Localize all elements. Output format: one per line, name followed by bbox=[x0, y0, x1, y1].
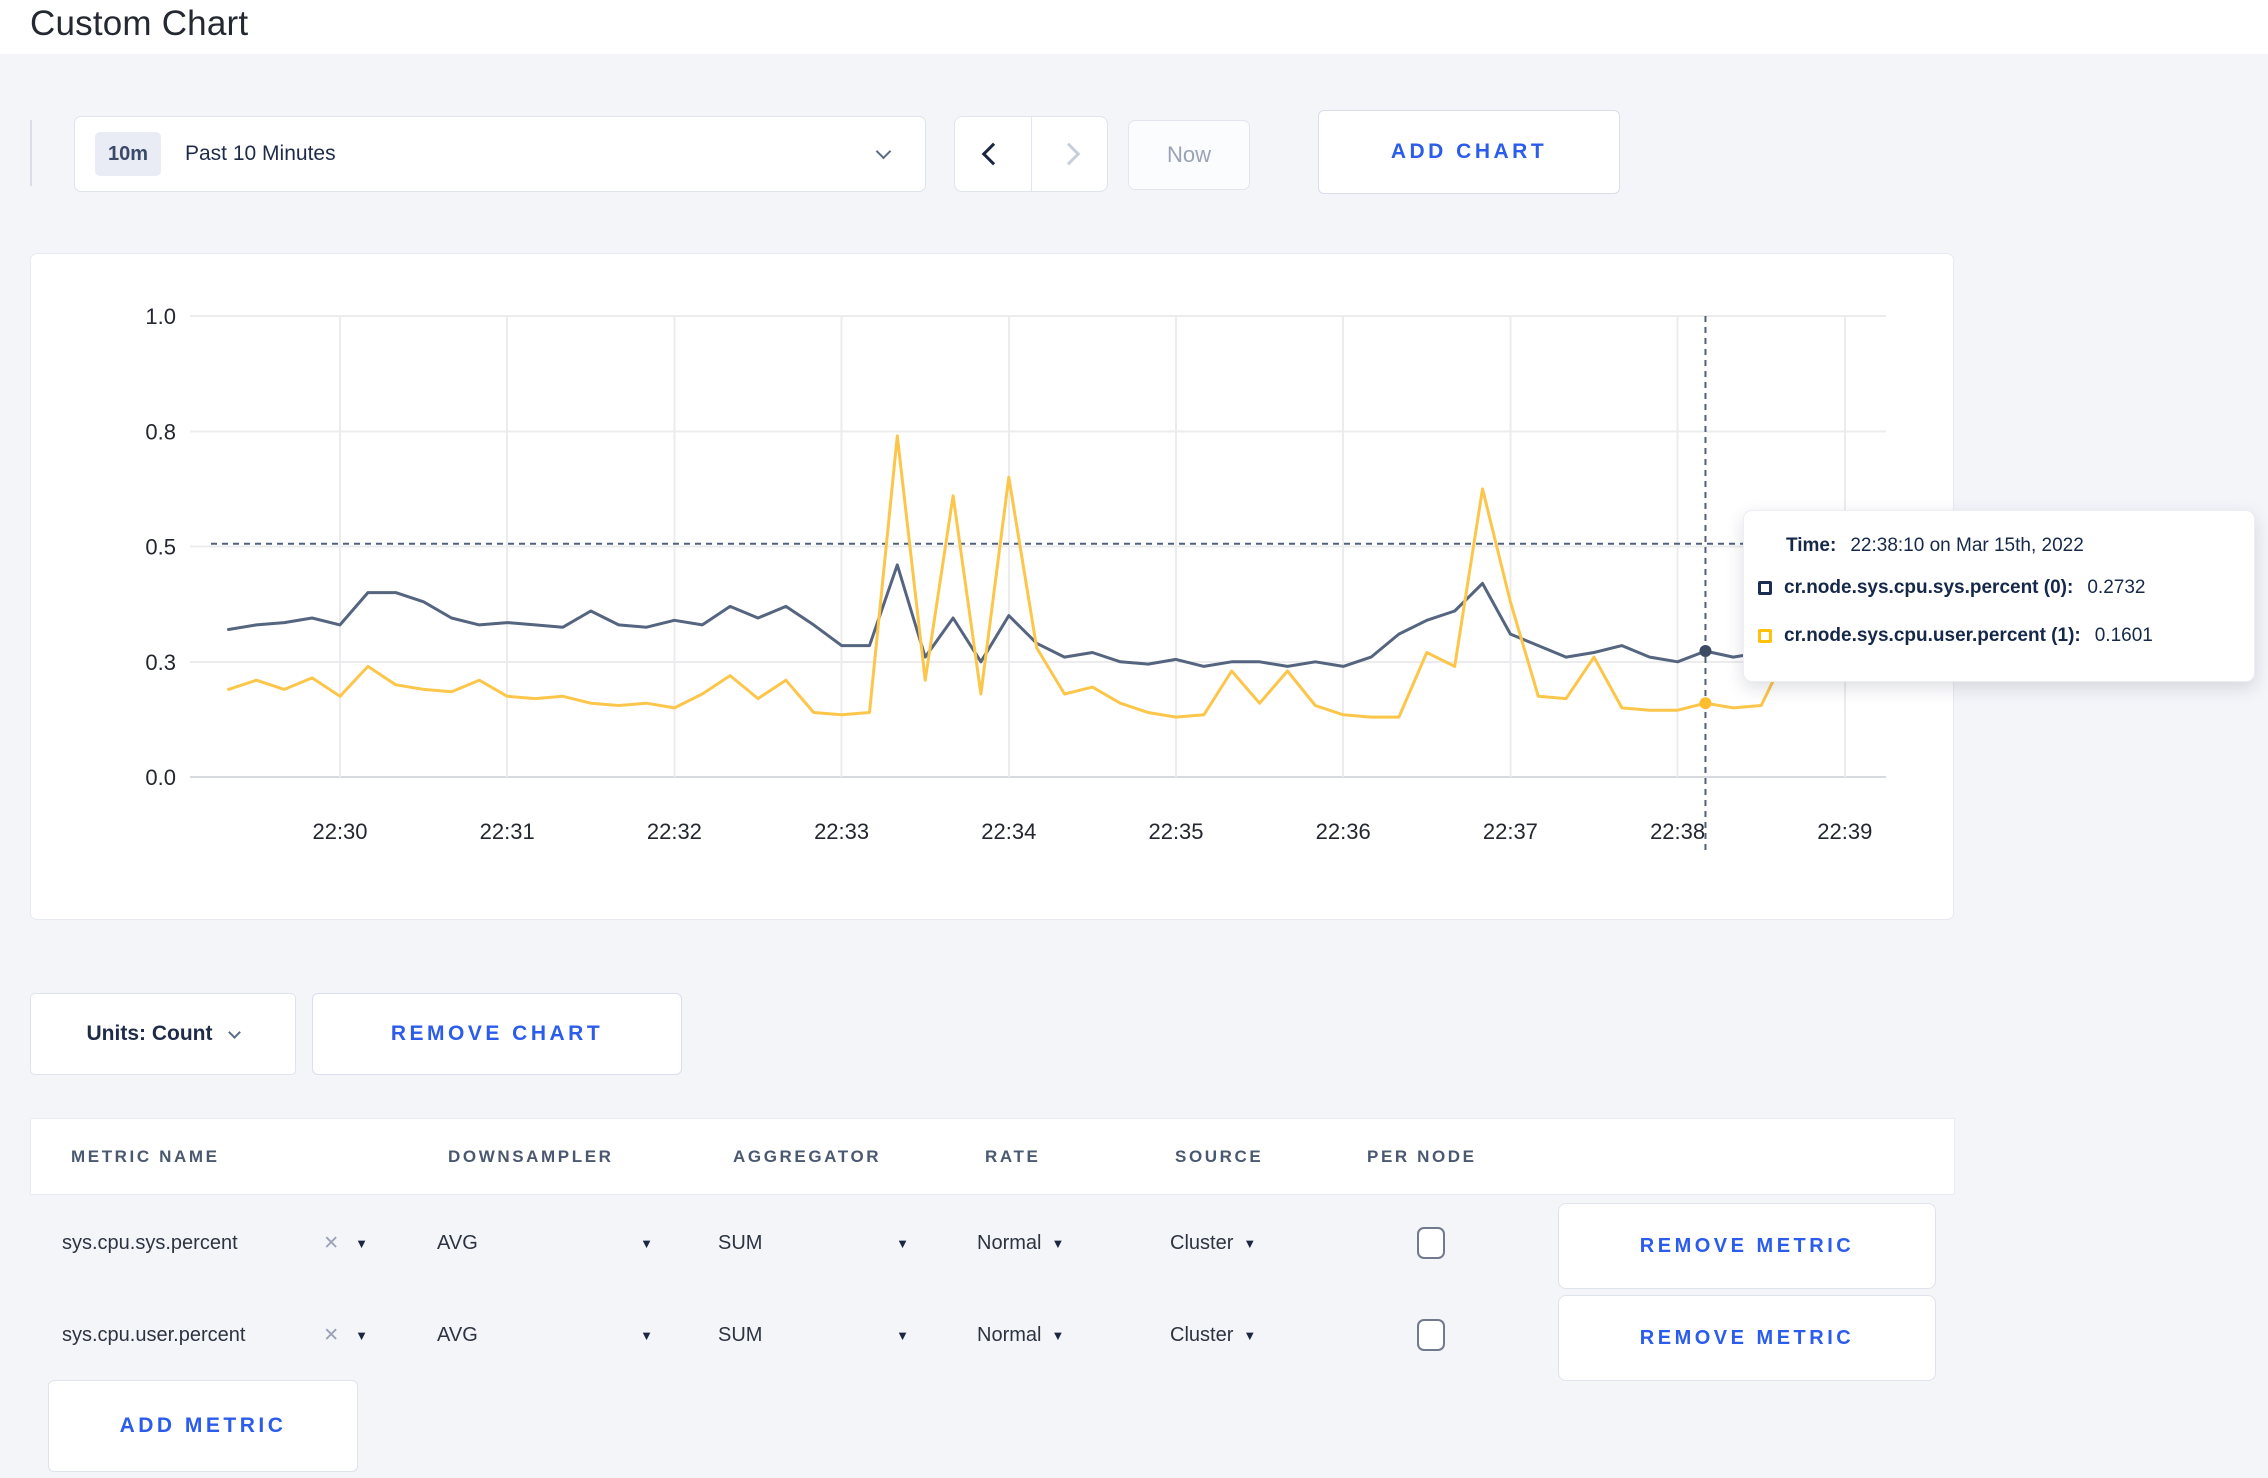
caret-down-icon: ▼ bbox=[1243, 1235, 1257, 1251]
aggregator-value: SUM bbox=[718, 1323, 763, 1346]
caret-down-icon: ▼ bbox=[1051, 1327, 1065, 1343]
time-pager bbox=[954, 116, 1108, 192]
x-tick-label: 22:32 bbox=[647, 819, 702, 844]
tooltip-time-value: 22:38:10 on Mar 15th, 2022 bbox=[1850, 535, 2084, 556]
metric-name-select[interactable]: sys.cpu.sys.percent ✕ ▼ bbox=[62, 1197, 368, 1289]
x-tick-label: 22:35 bbox=[1148, 819, 1203, 844]
rate-value: Normal bbox=[977, 1323, 1042, 1346]
line-chart[interactable]: 0.0 0.3 0.5 0.8 1.0 22:30 22:31 22:32 22:33 22:34… bbox=[31, 254, 1955, 921]
x-tick-label: 22:38 bbox=[1650, 819, 1705, 844]
chevron-down-icon bbox=[875, 143, 892, 159]
column-header: AGGREGATOR bbox=[733, 1146, 882, 1166]
downsampler-value: AVG bbox=[437, 1323, 478, 1346]
per-node-checkbox[interactable] bbox=[1417, 1319, 1445, 1351]
column-header: METRIC NAME bbox=[71, 1146, 220, 1166]
x-tick-label: 22:39 bbox=[1817, 819, 1872, 844]
column-header: SOURCE bbox=[1175, 1146, 1264, 1166]
time-range-label: Past 10 Minutes bbox=[185, 142, 336, 165]
y-tick-label: 0.3 bbox=[145, 650, 176, 675]
time-range-select[interactable]: 10m Past 10 Minutes bbox=[74, 116, 926, 192]
series-line-sys bbox=[227, 563, 1875, 668]
caret-down-icon: ▼ bbox=[640, 1327, 653, 1343]
add-metric-button[interactable]: ADD METRIC bbox=[48, 1380, 358, 1472]
metric-row: sys.cpu.user.percent ✕ ▼ AVG ▼ SUM ▼ Norma… bbox=[30, 1289, 1955, 1381]
metric-name-label: sys.cpu.user.percent bbox=[62, 1323, 246, 1346]
metric-name-label: sys.cpu.sys.percent bbox=[62, 1231, 238, 1254]
top-band bbox=[0, 0, 2268, 54]
downsampler-value: AVG bbox=[437, 1231, 478, 1254]
tooltip-series-label: cr.node.sys.cpu.user.percent (1): bbox=[1784, 625, 2081, 646]
tooltip-series-value: 0.1601 bbox=[2094, 625, 2153, 646]
units-select[interactable]: Units: Count bbox=[30, 993, 296, 1075]
metric-name-select[interactable]: sys.cpu.user.percent ✕ ▼ bbox=[62, 1289, 368, 1381]
x-tick-label: 22:34 bbox=[981, 819, 1036, 844]
tooltip-series-reading: cr.node.sys.cpu.sys.percent (0): 0.2732 bbox=[1758, 577, 2145, 599]
clear-icon[interactable]: ✕ bbox=[323, 1232, 339, 1255]
caret-down-icon: ▼ bbox=[1243, 1327, 1257, 1343]
source-value: Cluster bbox=[1170, 1231, 1234, 1254]
downsampler-select[interactable]: AVG ▼ bbox=[437, 1289, 653, 1381]
remove-metric-button[interactable]: REMOVE METRIC bbox=[1558, 1203, 1936, 1289]
chevron-down-icon bbox=[228, 1025, 242, 1039]
downsampler-select[interactable]: AVG ▼ bbox=[437, 1197, 653, 1289]
series-line-user bbox=[227, 434, 1875, 719]
tooltip-series-value: 0.2732 bbox=[2087, 577, 2146, 598]
time-range-badge: 10m bbox=[95, 132, 161, 176]
chevron-right-icon bbox=[1057, 142, 1081, 166]
time-next-button[interactable] bbox=[1032, 117, 1108, 191]
chart-tooltip: Time: 22:38:10 on Mar 15th, 2022 cr.node.… bbox=[1743, 510, 2255, 682]
clear-icon[interactable]: ✕ bbox=[323, 1324, 339, 1347]
x-tick-label: 22:31 bbox=[480, 819, 535, 844]
aggregator-select[interactable]: SUM ▼ bbox=[718, 1197, 909, 1289]
caret-down-icon: ▼ bbox=[1051, 1235, 1065, 1251]
column-header: PER NODE bbox=[1367, 1146, 1477, 1166]
source-select[interactable]: Cluster ▼ bbox=[1170, 1197, 1256, 1289]
x-tick-label: 22:36 bbox=[1316, 819, 1371, 844]
caret-down-icon: ▼ bbox=[355, 1235, 368, 1251]
y-tick-label: 0.0 bbox=[145, 765, 176, 790]
column-header: RATE bbox=[985, 1146, 1041, 1166]
toolbar-divider bbox=[30, 120, 32, 186]
time-prev-button[interactable] bbox=[955, 117, 1032, 191]
tooltip-time-prefix: Time: bbox=[1786, 535, 1837, 556]
y-tick-label: 1.0 bbox=[145, 304, 176, 329]
series-swatch-icon bbox=[1758, 581, 1772, 595]
x-tick-label: 22:30 bbox=[312, 819, 367, 844]
metrics-table-header: METRIC NAME DOWNSAMPLER AGGREGATOR RATE SOUR… bbox=[30, 1118, 1955, 1195]
caret-down-icon: ▼ bbox=[355, 1327, 368, 1343]
rate-select[interactable]: Normal ▼ bbox=[977, 1289, 1064, 1381]
chevron-left-icon bbox=[981, 142, 1005, 166]
per-node-checkbox[interactable] bbox=[1417, 1227, 1445, 1259]
source-select[interactable]: Cluster ▼ bbox=[1170, 1289, 1256, 1381]
metric-row: sys.cpu.sys.percent ✕ ▼ AVG ▼ SUM ▼ Normal… bbox=[30, 1197, 1955, 1289]
y-tick-label: 0.5 bbox=[145, 535, 176, 560]
units-label: Units: Count bbox=[86, 1022, 213, 1045]
caret-down-icon: ▼ bbox=[896, 1235, 909, 1251]
y-tick-label: 0.8 bbox=[145, 419, 176, 444]
rate-select[interactable]: Normal ▼ bbox=[977, 1197, 1064, 1289]
column-header: DOWNSAMPLER bbox=[448, 1146, 614, 1166]
tooltip-time: Time: 22:38:10 on Mar 15th, 2022 bbox=[1786, 535, 2084, 557]
chart-card: 0.0 0.3 0.5 0.8 1.0 22:30 22:31 22:32 22:33 22:34… bbox=[30, 253, 1954, 920]
caret-down-icon: ▼ bbox=[640, 1235, 653, 1251]
caret-down-icon: ▼ bbox=[896, 1327, 909, 1343]
hover-point-sys bbox=[1699, 645, 1712, 658]
now-button[interactable]: Now bbox=[1128, 120, 1250, 190]
rate-value: Normal bbox=[977, 1231, 1042, 1254]
tooltip-series-label: cr.node.sys.cpu.sys.percent (0): bbox=[1784, 577, 2074, 598]
remove-chart-button[interactable]: REMOVE CHART bbox=[312, 993, 682, 1075]
tooltip-series-reading: cr.node.sys.cpu.user.percent (1): 0.1601 bbox=[1758, 625, 2153, 647]
page-title: Custom Chart bbox=[30, 4, 249, 43]
aggregator-value: SUM bbox=[718, 1231, 763, 1254]
hover-point-user bbox=[1699, 697, 1712, 710]
x-tick-label: 22:37 bbox=[1483, 819, 1538, 844]
aggregator-select[interactable]: SUM ▼ bbox=[718, 1289, 909, 1381]
remove-metric-button[interactable]: REMOVE METRIC bbox=[1558, 1295, 1936, 1381]
source-value: Cluster bbox=[1170, 1323, 1234, 1346]
add-chart-button[interactable]: ADD CHART bbox=[1318, 110, 1620, 194]
x-tick-label: 22:33 bbox=[814, 819, 869, 844]
series-swatch-icon bbox=[1758, 629, 1772, 643]
